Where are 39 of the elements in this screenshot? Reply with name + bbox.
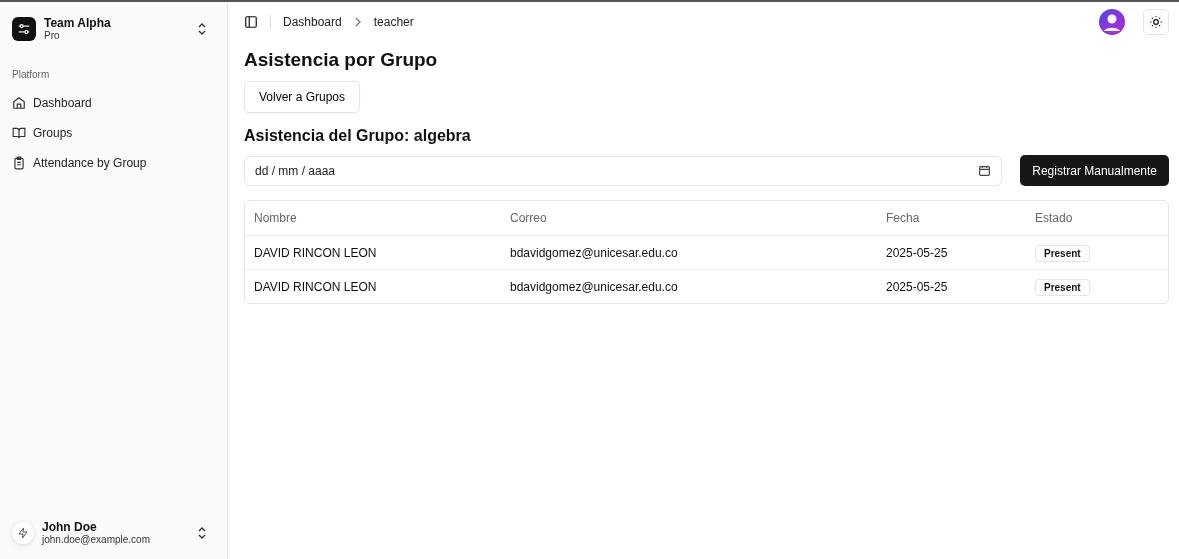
sun-icon	[1149, 15, 1163, 29]
column-header: Estado	[1035, 211, 1074, 225]
table-cell-text: DAVID RINCON LEON	[254, 245, 378, 260]
clipboard-icon	[12, 156, 26, 170]
table-cell-text: DAVID RINCON LEON	[254, 279, 378, 294]
status-badge: Present	[1035, 278, 1090, 296]
bolt-avatar-icon	[12, 521, 34, 544]
section-label: Platform	[12, 69, 51, 80]
column-header: Nombre	[254, 211, 298, 225]
breadcrumb-link[interactable]: teacher	[373, 15, 414, 29]
page-title: Asistencia por Grupo	[244, 49, 439, 71]
breadcrumb-link[interactable]: Dashboard	[283, 15, 342, 29]
table-cell-text: 2025-05-25	[886, 279, 949, 294]
team-logo-icon	[12, 16, 36, 41]
team-name: Team Alpha	[44, 16, 112, 30]
chevrons-icon[interactable]	[197, 525, 207, 540]
sidebar-item[interactable]: Groups	[8, 118, 77, 148]
column-header: Fecha	[886, 211, 921, 225]
back-button[interactable]: Volver a Grupos	[244, 81, 361, 113]
user-email: john.doe@example.com	[42, 534, 151, 545]
column-header: Correo	[510, 211, 548, 225]
section-title: Asistencia del Grupo: algebra	[244, 127, 472, 145]
user-name: John Doe	[42, 520, 98, 534]
calendar-icon	[978, 164, 992, 177]
book-icon	[12, 126, 26, 140]
sidebar-item[interactable]: Dashboard	[8, 88, 96, 118]
user-avatar-icon[interactable]	[1099, 9, 1125, 35]
table-cell-text: bdavidgomez@unicesar.edu.co	[510, 279, 679, 294]
status-badge: Present	[1035, 244, 1090, 262]
team-plan: Pro	[44, 30, 61, 41]
table-cell-text: 2025-05-25	[886, 245, 949, 260]
chevron-right-icon	[353, 17, 362, 27]
chevrons-icon[interactable]	[197, 21, 207, 36]
theme-toggle-button[interactable]	[1143, 9, 1169, 35]
table-cell-text: bdavidgomez@unicesar.edu.co	[510, 245, 679, 260]
sidebar-toggle-icon[interactable]	[244, 15, 258, 29]
home-icon	[12, 96, 26, 110]
sidebar-item[interactable]: Attendance by Group	[8, 148, 151, 178]
register-button[interactable]: Registrar Manualmente	[1020, 155, 1169, 186]
